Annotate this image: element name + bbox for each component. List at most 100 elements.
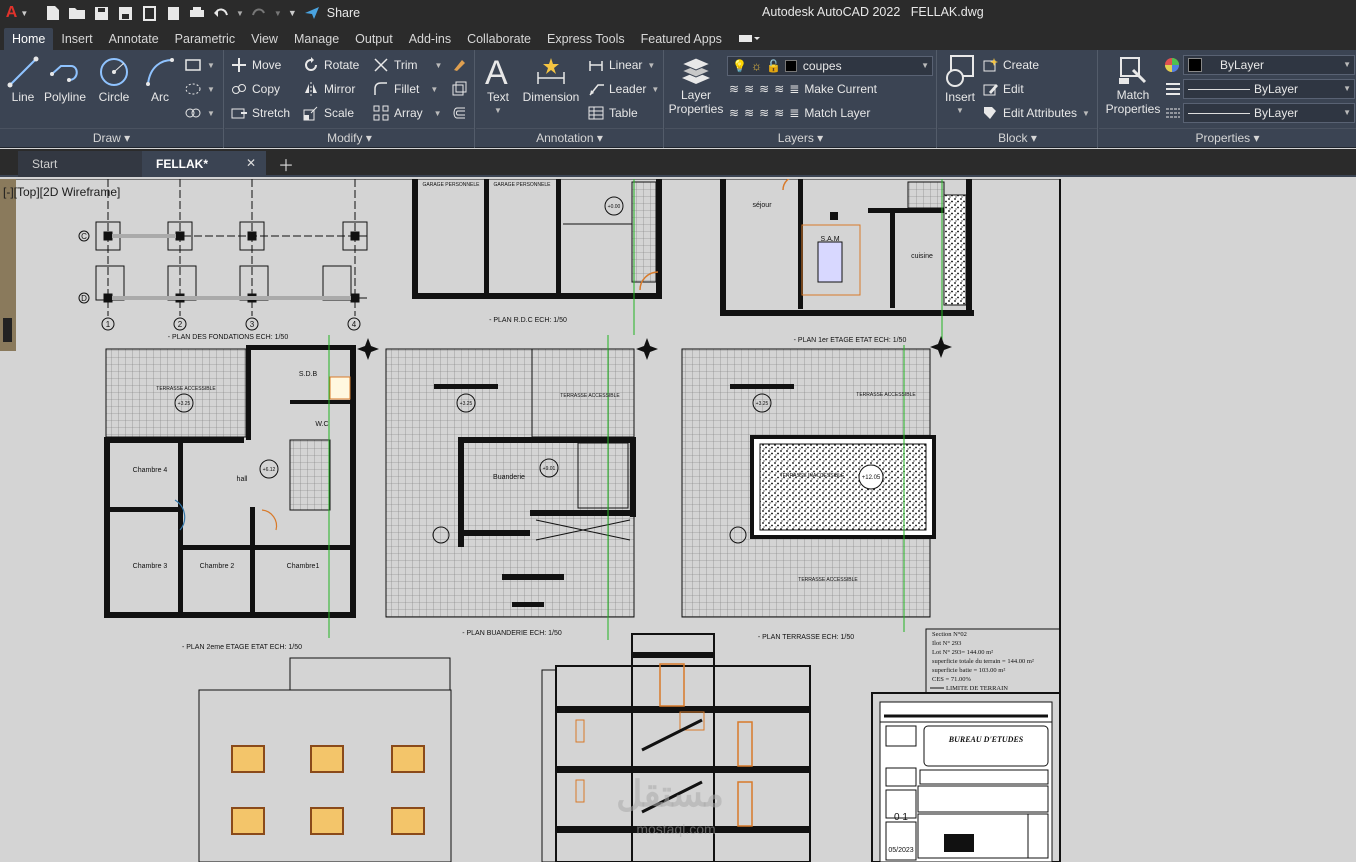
make-current-button[interactable]: Make Current	[804, 82, 877, 96]
undo-icon[interactable]	[212, 5, 230, 21]
linetype-dropdown[interactable]: ByLayer ▼	[1183, 103, 1355, 123]
new-file-icon[interactable]	[44, 5, 62, 21]
table-button[interactable]: Table	[588, 102, 638, 124]
trim-button[interactable]: Trim ▼	[373, 54, 442, 76]
layer-properties-button[interactable]: Layer Properties	[669, 56, 723, 116]
edit-block-button[interactable]: Edit	[982, 78, 1024, 100]
line-button[interactable]: Line	[6, 56, 40, 104]
move-button[interactable]: Move	[231, 54, 281, 76]
viewport-controls[interactable]: [-][Top][2D Wireframe]	[3, 185, 120, 199]
modify-panel-title[interactable]: Modify ▾	[225, 128, 474, 146]
terrasse-plan: +3.25 +12.05 TERRASSE ACCESSIBLE TERRASS…	[681, 345, 936, 641]
layer-isolate-icon[interactable]: ≋	[744, 82, 754, 96]
tab-manage[interactable]: Manage	[286, 28, 347, 50]
polyline-button[interactable]: Polyline	[42, 56, 88, 104]
ribbon-minimize-button[interactable]	[730, 28, 768, 50]
share-icon	[303, 5, 321, 21]
tab-collaborate[interactable]: Collaborate	[459, 28, 539, 50]
insert-block-button[interactable]: Insert ▼	[940, 54, 980, 118]
share-button[interactable]: Share	[327, 6, 360, 20]
layer-dropdown[interactable]: 💡 ☼ 🔓 coupes ▼	[727, 56, 933, 76]
offset-button[interactable]	[451, 102, 467, 124]
scale-button[interactable]: Scale	[303, 102, 354, 124]
polyline-icon	[50, 65, 78, 82]
customize-toolbar-icon[interactable]: ▼	[288, 8, 297, 18]
ellipse-button[interactable]: ▼	[184, 102, 215, 124]
explode-button[interactable]	[451, 78, 467, 100]
leader-button[interactable]: Leader ▼	[588, 78, 659, 100]
tab-annotate[interactable]: Annotate	[101, 28, 167, 50]
app-logo: A	[5, 4, 18, 21]
hatch-button[interactable]: ▼	[184, 78, 215, 100]
layers-panel-title[interactable]: Layers ▾	[665, 128, 936, 146]
svg-text:A: A	[485, 54, 508, 88]
layer-off-icon[interactable]: ≋	[729, 82, 739, 96]
tab-express-tools[interactable]: Express Tools	[539, 28, 633, 50]
layer-properties-label-1: Layer	[680, 88, 712, 102]
color-dropdown[interactable]: ByLayer ▼	[1183, 55, 1355, 75]
properties-panel-title[interactable]: Properties ▾	[1099, 128, 1356, 146]
undo-dropdown-icon[interactable]: ▼	[236, 9, 244, 18]
open-folder-icon[interactable]	[68, 5, 86, 21]
fellak-tab[interactable]: FELLAK* ✕	[142, 151, 266, 177]
tab-featured-apps[interactable]: Featured Apps	[633, 28, 730, 50]
save-icon[interactable]	[92, 5, 110, 21]
annotation-panel-title[interactable]: Annotation ▾	[476, 128, 663, 146]
create-block-button[interactable]: Create	[982, 54, 1039, 76]
dimension-button[interactable]: Dimension	[520, 56, 582, 104]
open-web-icon[interactable]	[140, 5, 158, 21]
save-web-icon[interactable]	[164, 5, 182, 21]
layer-unisolate-icon[interactable]: ≋	[744, 106, 754, 120]
start-tab[interactable]: Start	[18, 151, 142, 177]
edit-attributes-button[interactable]: Edit Attributes ▼	[982, 102, 1090, 124]
linear-button[interactable]: Linear ▼	[588, 54, 655, 76]
table-icon	[588, 106, 604, 120]
new-tab-button[interactable]: ＋	[272, 151, 298, 177]
block-panel-title[interactable]: Block ▾	[938, 128, 1097, 146]
layer-unlock-icon[interactable]: ≋	[774, 106, 784, 120]
draw-panel-title[interactable]: Draw ▾	[0, 128, 223, 146]
array-button[interactable]: Array ▼	[373, 102, 442, 124]
rotate-button[interactable]: Rotate	[303, 54, 359, 76]
layer-color-swatch	[784, 60, 797, 72]
circle-button[interactable]: Circle	[94, 56, 134, 104]
scale-icon	[303, 106, 318, 121]
tab-output[interactable]: Output	[347, 28, 401, 50]
rectangle-button[interactable]: ▼	[184, 54, 215, 76]
autocad-logo-button[interactable]: A ▼	[0, 0, 34, 26]
layer-on-tool-icon[interactable]: ≋	[729, 106, 739, 120]
line-label: Line	[11, 90, 35, 104]
stretch-label: Stretch	[252, 106, 291, 120]
layers-panel: Layer Properties 💡 ☼ 🔓 coupes ▼ ≋ ≋ ≋ ≋ …	[665, 50, 937, 148]
save-as-icon[interactable]	[116, 5, 134, 21]
match-layer-button[interactable]: Match Layer	[804, 106, 870, 120]
layer-freeze-tool-icon[interactable]: ≋	[759, 82, 769, 96]
garage1-label: GARAGE PERSONNELE	[423, 182, 481, 188]
redo-icon[interactable]	[250, 5, 268, 21]
layer-lock-tool-icon[interactable]: ≋	[774, 82, 784, 96]
close-tab-icon[interactable]: ✕	[246, 156, 256, 170]
lineweight-dropdown[interactable]: ByLayer ▼	[1183, 79, 1355, 99]
drawing-viewport[interactable]: C D 1 2 3 4 - PLAN DES FONDATIONS ECH: 1…	[0, 179, 1356, 862]
block-title-label: Block	[998, 131, 1028, 145]
plot-icon[interactable]	[188, 5, 206, 21]
fillet-button[interactable]: Fillet ▼	[373, 78, 438, 100]
tab-parametric[interactable]: Parametric	[167, 28, 243, 50]
rdc-plan: +0.00 GARAGE PERSONNELE GARAGE PERSONNEL…	[412, 179, 662, 335]
arc-button[interactable]: Arc	[142, 56, 178, 104]
match-properties-label-1: Match	[1116, 88, 1150, 102]
redo-dropdown-icon[interactable]: ▼	[274, 9, 282, 18]
tab-insert[interactable]: Insert	[53, 28, 100, 50]
stretch-button[interactable]: Stretch	[231, 102, 290, 124]
layer-thaw-icon[interactable]: ≋	[759, 106, 769, 120]
text-button[interactable]: A Text ▼	[482, 54, 514, 118]
tab-view[interactable]: View	[243, 28, 286, 50]
level-000-label: +0.00	[608, 204, 621, 210]
copy-button[interactable]: Copy	[231, 78, 280, 100]
erase-button[interactable]	[451, 54, 467, 76]
match-properties-button[interactable]: Match Properties	[1103, 56, 1163, 116]
tab-home[interactable]: Home	[4, 28, 54, 50]
tab-add-ins[interactable]: Add-ins	[401, 28, 459, 50]
mirror-button[interactable]: Mirror	[303, 78, 355, 100]
layer-freeze-icon: ☼	[750, 59, 762, 73]
